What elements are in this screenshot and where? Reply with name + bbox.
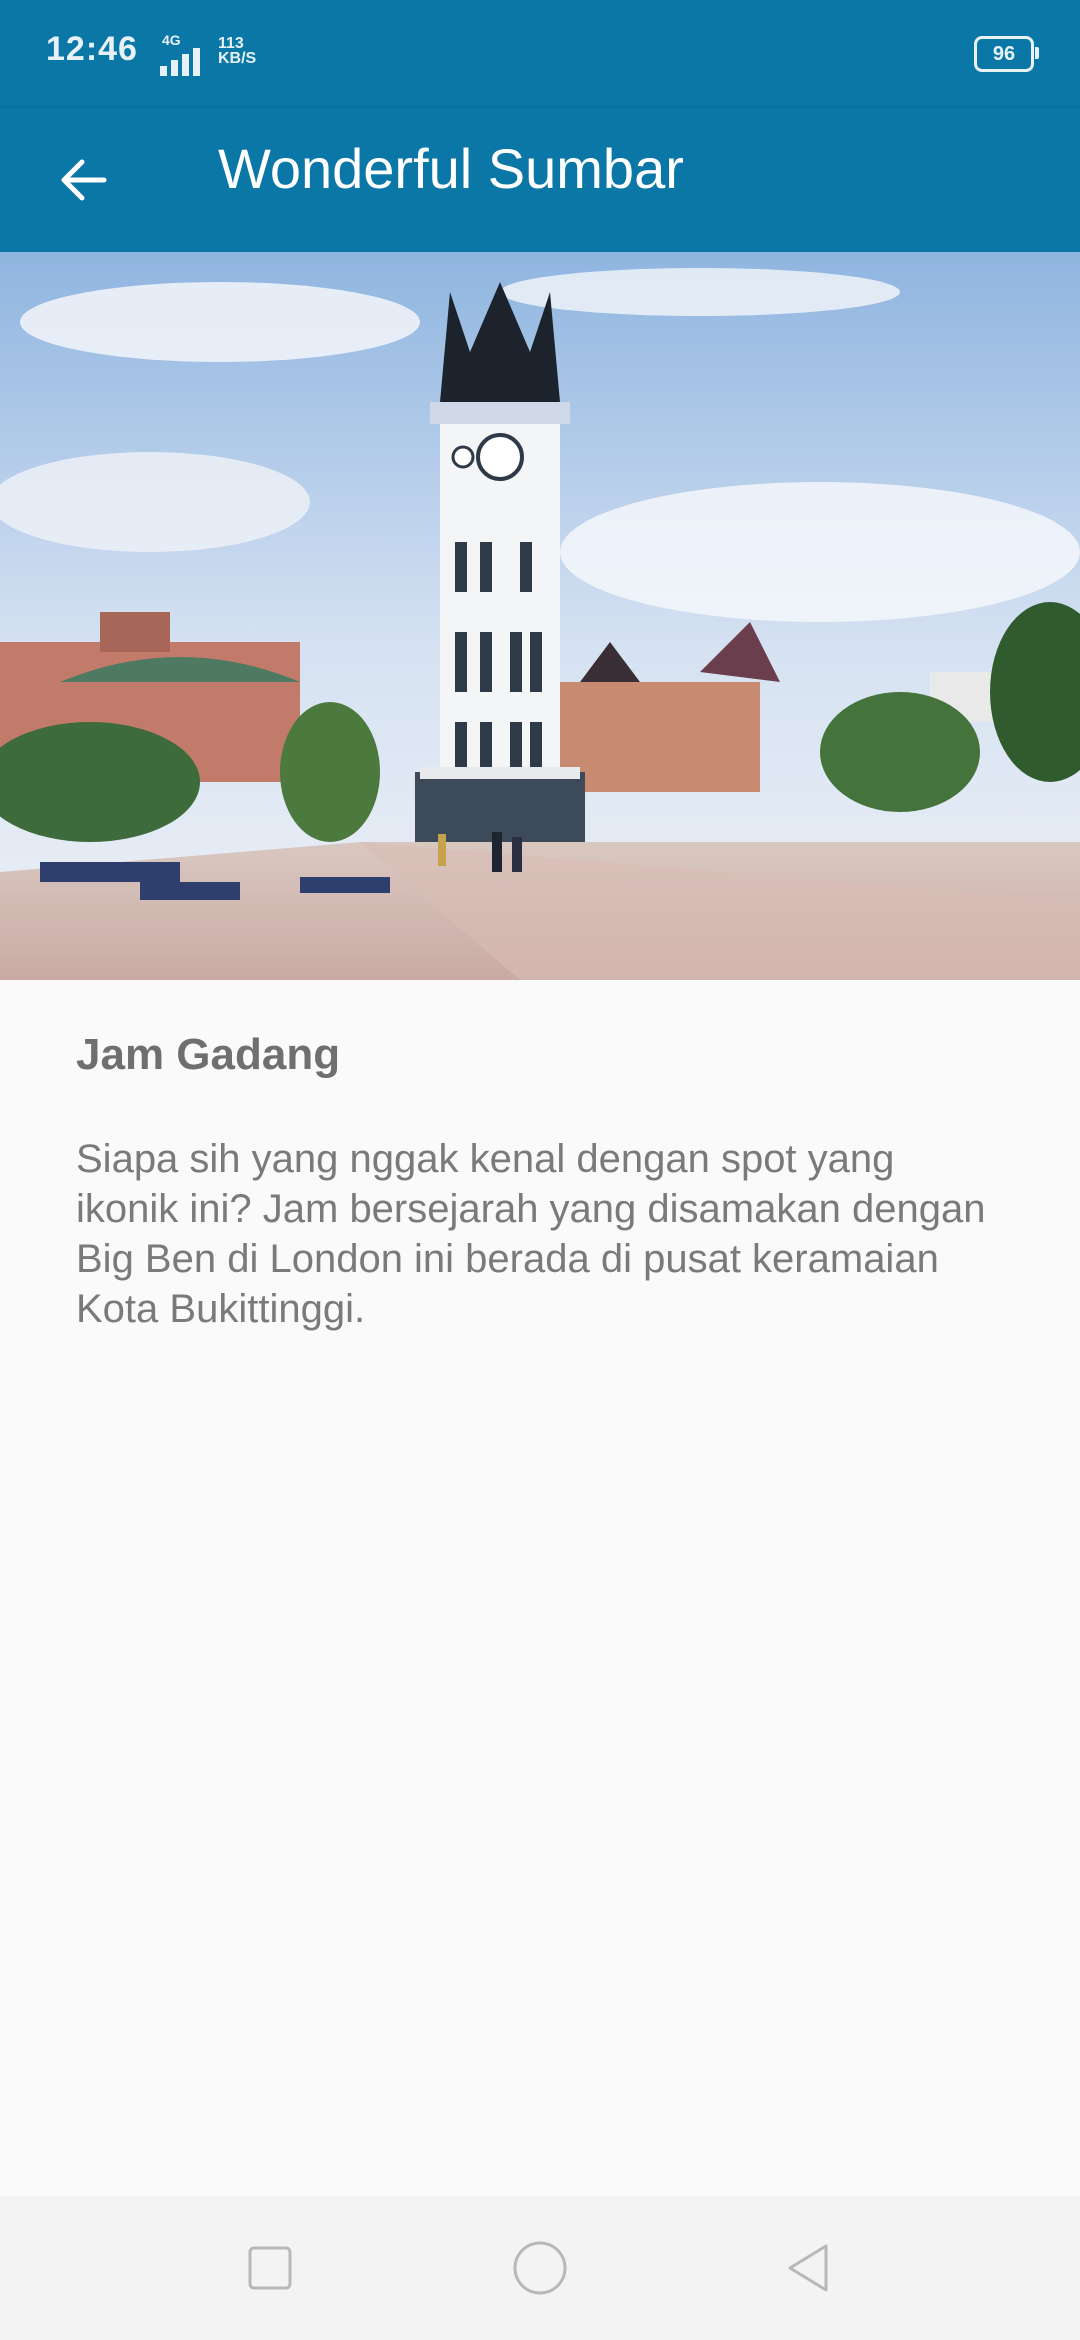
status-bar: 12:46 4G 113 KB/S 96	[0, 0, 1080, 108]
hero-illustration	[0, 252, 1080, 980]
recents-button[interactable]	[238, 2236, 302, 2300]
home-button[interactable]	[508, 2236, 572, 2300]
page-title: Wonderful Sumbar	[218, 137, 684, 200]
network-indicator: 4G 113 KB/S	[150, 30, 270, 76]
back-button[interactable]	[52, 148, 116, 212]
network-speed: 113 KB/S	[218, 35, 257, 67]
circle-icon	[513, 2241, 567, 2295]
network-type: 4G	[162, 32, 181, 48]
place-name: Jam Gadang	[76, 1030, 341, 1079]
place-description: Siapa sih yang nggak kenal dengan spot y…	[76, 1137, 986, 1331]
arrow-left-icon	[61, 159, 107, 201]
back-nav-button[interactable]	[778, 2236, 842, 2300]
app-bar: Wonderful Sumbar	[0, 108, 1080, 252]
network-speed-unit: KB/S	[218, 50, 257, 67]
signal-icon	[160, 48, 200, 76]
status-time: 12:46	[46, 30, 138, 68]
triangle-back-icon	[788, 2244, 828, 2292]
detail-content: Jam Gadang Siapa sih yang nggak kenal de…	[76, 1030, 1006, 1334]
hero-image	[0, 252, 1080, 980]
battery-icon: 96	[974, 36, 1039, 72]
system-nav-bar	[0, 2196, 1080, 2340]
network-speed-value: 113	[218, 35, 244, 52]
battery-level: 96	[992, 42, 1016, 65]
square-icon	[248, 2246, 292, 2290]
